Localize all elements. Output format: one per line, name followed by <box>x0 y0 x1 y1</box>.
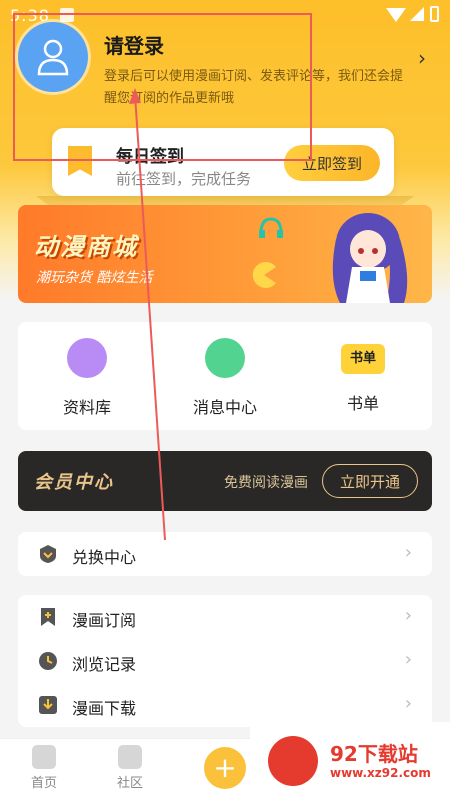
chevron-right-icon: › <box>404 693 412 714</box>
notification-icon <box>60 8 74 22</box>
quick-link-label: 消息中心 <box>192 398 257 417</box>
signal-icon <box>410 7 424 21</box>
quick-links-card: 资料库 消息中心 书单 书单 <box>18 322 432 430</box>
community-icon <box>118 745 142 769</box>
nav-home[interactable]: 首页 <box>14 745 74 791</box>
list-item-label: 浏览记录 <box>72 655 137 674</box>
bookmark-icon <box>68 146 92 176</box>
chevron-right-icon: › <box>404 605 412 626</box>
headphones-icon <box>259 217 283 238</box>
sign-in-button[interactable]: 立即签到 <box>284 145 380 181</box>
chevron-right-icon: › <box>404 649 412 670</box>
add-button[interactable]: + <box>204 747 246 789</box>
download-icon <box>39 696 57 714</box>
battery-icon <box>430 6 439 22</box>
watermark-url: www.xz92.com <box>330 766 431 780</box>
watermark-logo-icon <box>268 736 318 786</box>
wifi-icon <box>386 8 406 22</box>
nav-community-label: 社区 <box>116 776 143 791</box>
login-title[interactable]: 请登录 <box>104 30 164 59</box>
quick-link-library[interactable]: 资料库 <box>18 334 156 418</box>
menu-group-comics: 漫画订阅 › 浏览记录 › 漫画下载 › <box>18 595 432 727</box>
vip-center-banner[interactable]: 会员中心 免费阅读漫画 立即开通 <box>18 451 432 511</box>
message-center-icon <box>205 338 245 378</box>
vip-subscribe-button[interactable]: 立即开通 <box>322 464 418 498</box>
banner-title: 动漫商城 <box>34 233 138 261</box>
vip-title: 会员中心 <box>34 472 114 493</box>
quick-link-label: 书单 <box>346 394 379 413</box>
chevron-right-icon: › <box>404 542 412 563</box>
quick-link-booklist[interactable]: 书单 书单 <box>294 334 432 414</box>
list-item[interactable]: 漫画订阅 › <box>18 595 432 639</box>
sign-in-title: 每日签到 <box>116 147 184 167</box>
list-item[interactable]: 兑换中心 › <box>18 532 432 576</box>
avatar[interactable] <box>18 22 88 92</box>
subscribe-icon <box>41 608 55 626</box>
quick-link-label: 资料库 <box>62 398 111 417</box>
daily-sign-in-card: 每日签到 前往签到，完成任务 立即签到 <box>52 128 394 196</box>
watermark-text: 92下载站 <box>330 742 418 766</box>
sign-in-subtitle: 前往签到，完成任务 <box>116 170 252 188</box>
pacman-icon <box>252 262 276 288</box>
list-item[interactable]: 浏览记录 › <box>18 639 432 683</box>
menu-group-exchange: 兑换中心 › <box>18 532 432 576</box>
anime-mall-banner[interactable]: 动漫商城 潮玩杂货 酷炫生活 <box>18 205 432 303</box>
nav-home-label: 首页 <box>30 776 57 791</box>
user-icon <box>37 39 69 76</box>
booklist-icon: 书单 <box>341 344 385 374</box>
library-icon <box>67 338 107 378</box>
home-icon <box>32 745 56 769</box>
list-item-label: 漫画下载 <box>72 699 137 718</box>
login-description: 登录后可以使用漫画订阅、发表评论等，我们还会提醒您订阅的作品更新哦 <box>104 69 404 106</box>
chevron-right-icon[interactable]: › <box>418 46 426 70</box>
quick-link-messages[interactable]: 消息中心 <box>156 334 294 418</box>
list-item[interactable]: 漫画下载 › <box>18 683 432 727</box>
banner-subtitle: 潮玩杂货 酷炫生活 <box>36 270 153 286</box>
vip-subtitle: 免费阅读漫画 <box>224 475 308 491</box>
list-item-label: 漫画订阅 <box>72 611 137 630</box>
list-item-label: 兑换中心 <box>72 548 137 567</box>
history-icon <box>39 652 57 670</box>
anime-character-illustration <box>332 213 408 303</box>
watermark: 92下载站 www.xz92.com <box>250 722 450 800</box>
nav-community[interactable]: 社区 <box>100 745 160 791</box>
exchange-icon <box>40 545 56 563</box>
